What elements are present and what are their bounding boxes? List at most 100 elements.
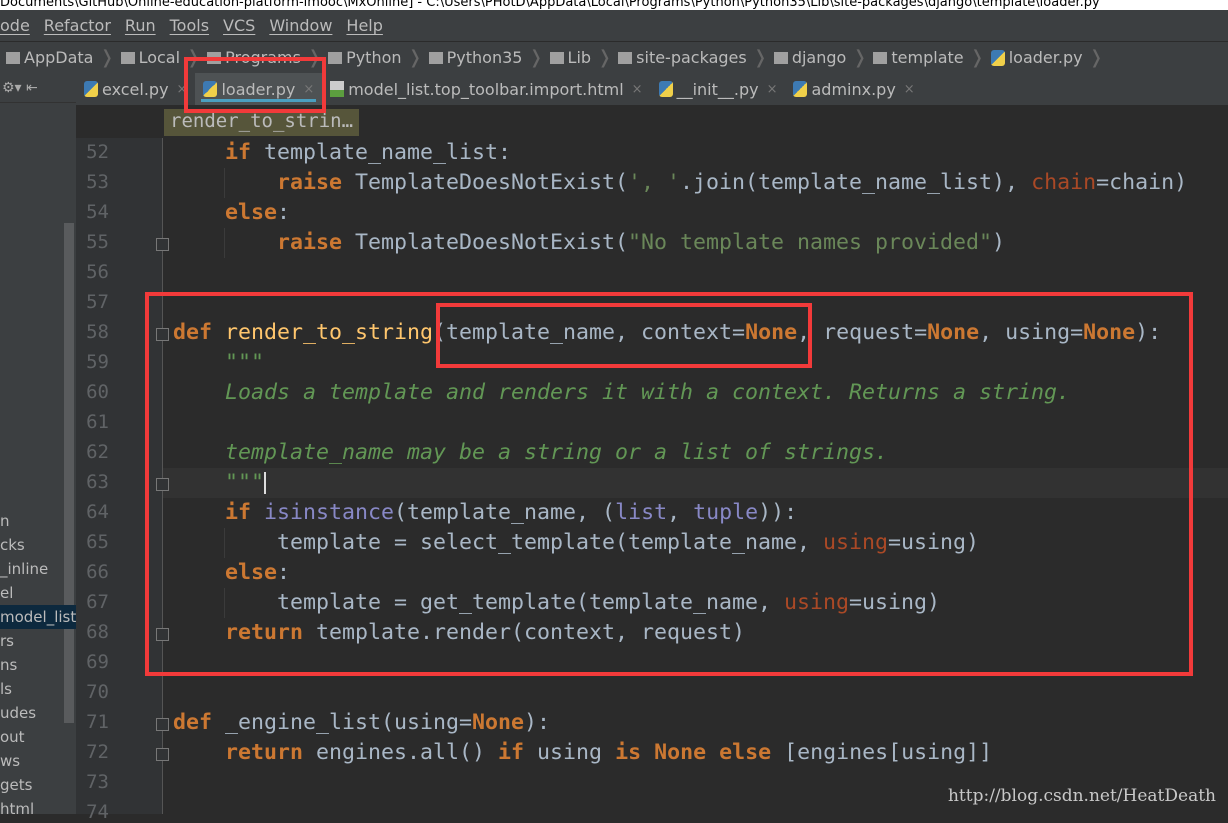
code-line: raise TemplateDoesNotExist("No template … — [277, 228, 1005, 258]
line-number: 59 — [86, 351, 109, 373]
breadcrumb-item[interactable]: Python — [322, 48, 407, 67]
window-title: Documents\GitHub\Online-education-platfo… — [0, 0, 1228, 10]
breadcrumb-item[interactable]: Python35 — [423, 48, 529, 67]
menu-item-tools[interactable]: Tools — [170, 16, 209, 35]
code-line: if template_name_list: — [225, 138, 511, 168]
breadcrumb-separator-icon: ❭ — [1088, 47, 1104, 68]
folder-icon — [120, 51, 135, 64]
fold-marker-icon[interactable] — [156, 238, 169, 251]
project-tree-item[interactable]: cks — [0, 533, 76, 557]
annotation-box-tab — [184, 57, 326, 113]
tab-model-list-top-toolbar-import-html[interactable]: model_list.top_toolbar.import.html × — [322, 73, 650, 105]
breadcrumb-item[interactable]: site-packages — [612, 48, 753, 67]
breadcrumb-separator-icon: ❭ — [99, 47, 115, 68]
collapse-icon[interactable]: ⇤ — [26, 80, 38, 96]
tab-excel-py[interactable]: excel.py × — [76, 73, 195, 105]
code-line: def _engine_list(using=None): — [173, 708, 550, 738]
code-token: "No template names provided" — [628, 230, 993, 255]
menu-bar: ode Refactor Run Tools VCS Window Help — [0, 10, 1228, 41]
code-token: else — [225, 200, 278, 225]
project-panel: ⚙▾ ⇤ n cks _inline el model_list. rs ns ls udes o… — [0, 73, 76, 818]
tab-label: excel.py — [102, 79, 169, 99]
close-icon[interactable]: × — [767, 82, 778, 97]
project-tree-item[interactable]: _inline — [0, 557, 76, 581]
project-tree-item[interactable]: out — [0, 725, 76, 749]
gear-icon[interactable]: ⚙▾ — [2, 80, 22, 96]
code-token: if — [225, 140, 252, 165]
project-tree-item[interactable]: gets — [0, 773, 76, 797]
code-token: TemplateDoesNotExist( — [342, 170, 629, 195]
menu-item-refactor[interactable]: Refactor — [44, 16, 111, 35]
breadcrumb-item[interactable]: AppData — [0, 48, 99, 67]
code-line: raise TemplateDoesNotExist(', '.join(tem… — [277, 168, 1187, 198]
project-tree-item[interactable]: n — [0, 509, 76, 533]
line-number: 65 — [86, 531, 109, 553]
line-number: 56 — [86, 261, 109, 283]
menu-item-run[interactable]: Run — [125, 16, 156, 35]
breadcrumb-label: template — [891, 48, 964, 67]
breadcrumb-label: loader.py — [1008, 48, 1083, 67]
line-number: 71 — [86, 711, 109, 733]
line-number: 58 — [86, 321, 109, 343]
line-number: 67 — [86, 591, 109, 613]
line-number: 70 — [86, 681, 109, 703]
structure-breadcrumb[interactable]: render_to_strin… — [164, 109, 360, 136]
folder-icon — [549, 51, 564, 64]
folder-icon — [873, 51, 888, 64]
line-number: 64 — [86, 501, 109, 523]
project-tree-item[interactable]: ns — [0, 653, 76, 677]
project-tree-item[interactable]: html — [0, 797, 76, 821]
menu-item-ode[interactable]: ode — [0, 16, 30, 35]
line-number: 73 — [86, 771, 109, 793]
folder-icon — [428, 51, 443, 64]
breadcrumb-label: Python35 — [446, 48, 523, 67]
breadcrumb-label: Lib — [567, 48, 592, 67]
code-token: engines.all() — [303, 740, 499, 765]
python-file-icon — [84, 81, 98, 97]
line-number: 55 — [86, 231, 109, 253]
menu-item-window[interactable]: Window — [269, 16, 332, 35]
code-token: [engines[using]] — [771, 740, 993, 765]
tab-label: __init__.py — [676, 79, 759, 99]
project-tree-item[interactable]: ls — [0, 677, 76, 701]
fold-marker-icon[interactable] — [156, 718, 169, 731]
tab--init-py[interactable]: __init__.py × — [651, 73, 786, 105]
breadcrumb-item[interactable]: django — [768, 48, 853, 67]
tab-adminx-py[interactable]: adminx.py × — [785, 73, 922, 105]
project-tree-item[interactable]: model_list. — [0, 605, 76, 629]
line-number: 54 — [86, 201, 109, 223]
breadcrumb-separator-icon: ❭ — [597, 47, 613, 68]
tab-label: model_list.top_toolbar.import.html — [348, 79, 624, 99]
line-number: 74 — [86, 801, 109, 823]
fold-marker-icon[interactable] — [156, 748, 169, 761]
project-tree-item[interactable]: udes — [0, 701, 76, 725]
code-token: _engine_list(using= — [212, 710, 473, 735]
line-number: 60 — [86, 381, 109, 403]
project-tree-item[interactable]: el — [0, 581, 76, 605]
breadcrumb-item[interactable]: Local — [115, 48, 186, 67]
project-tree-item[interactable]: ws — [0, 749, 76, 773]
close-icon[interactable]: × — [632, 82, 643, 97]
breadcrumb-item[interactable]: Lib — [544, 48, 598, 67]
close-icon[interactable]: × — [904, 82, 915, 97]
python-file-icon — [990, 49, 1005, 66]
breadcrumb-separator-icon: ❭ — [407, 47, 423, 68]
indent-guide — [224, 228, 225, 258]
code-token: =chain) — [1096, 170, 1188, 195]
line-number: 52 — [86, 141, 109, 163]
line-number: 69 — [86, 651, 109, 673]
python-file-icon — [793, 81, 808, 97]
breadcrumb-item[interactable]: loader.py — [985, 48, 1089, 67]
annotation-box-function — [145, 292, 1193, 676]
line-number: 62 — [86, 441, 109, 463]
line-number: 68 — [86, 621, 109, 643]
breadcrumb-label: Python — [346, 48, 402, 67]
breadcrumb-item[interactable]: template — [867, 48, 969, 67]
indent-guide — [224, 168, 225, 198]
menu-item-vcs[interactable]: VCS — [223, 16, 255, 35]
line-number: 63 — [86, 471, 109, 493]
menu-item-help[interactable]: Help — [346, 16, 382, 35]
project-tree-item[interactable]: rs — [0, 629, 76, 653]
